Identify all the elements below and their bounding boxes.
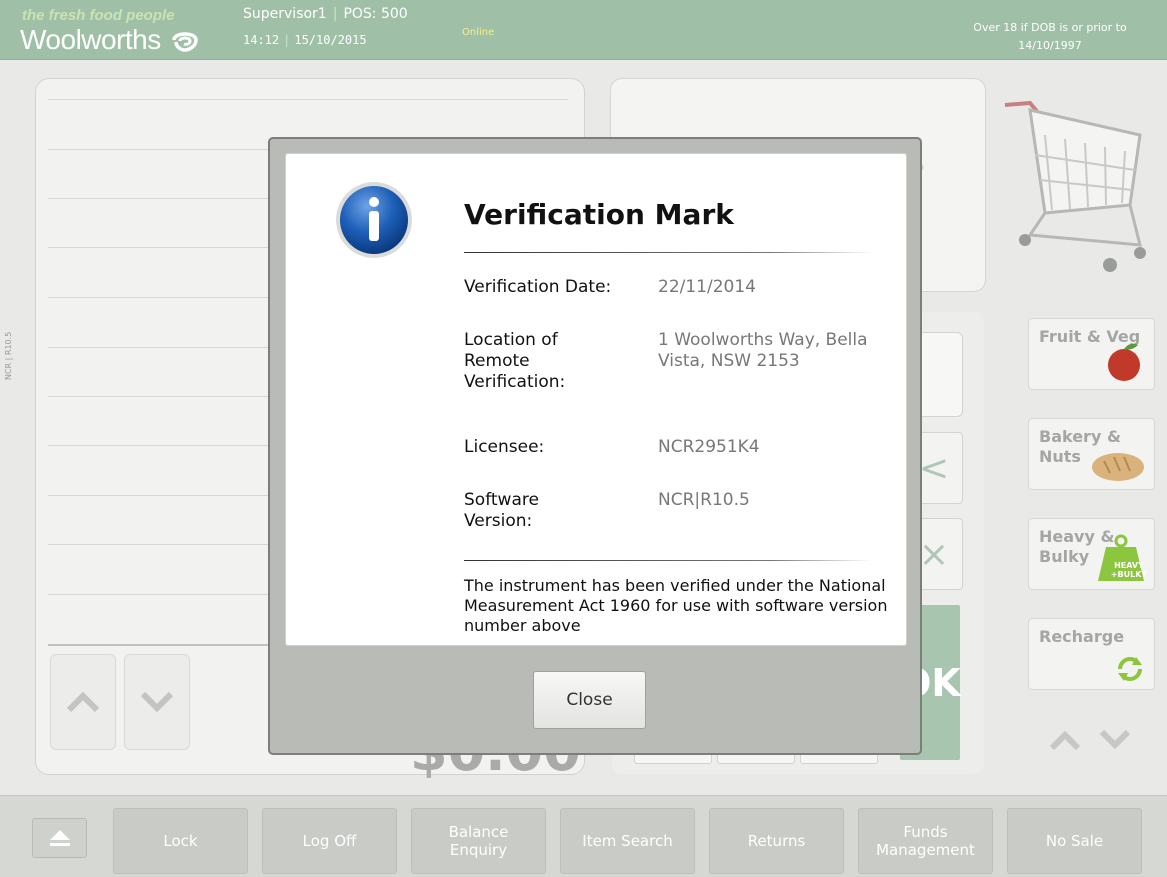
age-notice-line1: Over 18 if DOB is or prior to (973, 21, 1127, 34)
category-scroll-controls (1040, 728, 1140, 764)
verification-dialog: Verification Mark Verification Date: 22/… (268, 137, 922, 755)
shopping-cart-icon (1004, 100, 1146, 272)
item-search-button[interactable]: Item Search (560, 808, 695, 874)
licensee-value: NCR2951K4 (658, 437, 760, 457)
current-date: 15/10/2015 (294, 33, 367, 47)
woolworths-logo-icon (172, 32, 198, 52)
app-header: the fresh food people Woolworths Supervi… (0, 0, 1167, 60)
bread-icon (1092, 453, 1144, 481)
dialog-content: Verification Mark Verification Date: 22/… (285, 153, 907, 646)
verification-note: The instrument has been verified under t… (464, 576, 888, 635)
heavy-bulky-badge: HEAVY +BULKY (1110, 561, 1148, 579)
brand-name: Woolworths (20, 24, 161, 55)
chevron-down-icon (140, 691, 174, 713)
field-label: Licensee: (464, 437, 545, 457)
info-icon (336, 182, 412, 258)
funds-management-button[interactable]: Funds Management (858, 808, 993, 874)
chevron-up-icon (66, 691, 100, 713)
category-label: Recharge (1039, 627, 1125, 646)
title-divider (464, 252, 872, 253)
recharge-arrows-icon (1118, 657, 1142, 681)
chevron-up-icon[interactable] (1048, 728, 1082, 752)
log-off-button[interactable]: Log Off (262, 808, 397, 874)
datetime: 14:12 | 15/10/2015 (243, 33, 367, 47)
note-divider (464, 560, 872, 561)
category-recharge-button[interactable]: Recharge (1028, 618, 1155, 690)
software-version-value: NCR|R10.5 (658, 490, 750, 510)
chevron-down-icon[interactable] (1098, 728, 1132, 752)
receipt-scroll-up-button[interactable] (50, 654, 116, 750)
field-label: Verification Date: (464, 277, 612, 297)
location-value: 1 Woolworths Way, Bella Vista, NSW 2153 (658, 330, 868, 371)
no-sale-button[interactable]: No Sale (1007, 808, 1142, 874)
bottom-toolbar: Lock Log Off Balance Enquiry Item Search… (0, 795, 1167, 877)
user-info: Supervisor1 | POS: 500 (243, 6, 408, 22)
field-label: Software Version: (464, 490, 539, 531)
receipt-scroll-down-button[interactable] (124, 654, 190, 750)
category-fruit-veg-button[interactable]: Fruit & Veg (1028, 318, 1155, 390)
verification-date-value: 22/11/2014 (658, 277, 756, 297)
pos-number: POS: 500 (343, 6, 408, 22)
lock-button[interactable]: Lock (113, 808, 248, 874)
eject-icon (49, 830, 70, 846)
apple-icon (1108, 343, 1140, 381)
age-notice-line2: 14/10/1997 (1018, 39, 1082, 52)
close-button[interactable]: Close (533, 671, 646, 729)
current-time: 14:12 (243, 33, 280, 47)
returns-button[interactable]: Returns (709, 808, 844, 874)
dialog-title: Verification Mark (464, 198, 734, 231)
user-name: Supervisor1 (243, 6, 327, 22)
category-heavy-bulky-button[interactable]: Heavy & Bulky HEAVY +BULKY (1028, 518, 1155, 590)
age-restriction-notice: Over 18 if DOB is or prior to 14/10/1997 (955, 19, 1145, 55)
eject-button[interactable] (32, 818, 87, 858)
connection-status: Online (462, 27, 495, 38)
brand-tagline: the fresh food people (22, 7, 175, 24)
field-label: Location of Remote Verification: (464, 330, 566, 392)
category-bakery-nuts-button[interactable]: Bakery & Nuts (1028, 418, 1155, 490)
receipt-divider (48, 99, 568, 100)
version-side-label: NCR | R10.5 (4, 331, 13, 380)
balance-enquiry-button[interactable]: Balance Enquiry (411, 808, 546, 874)
